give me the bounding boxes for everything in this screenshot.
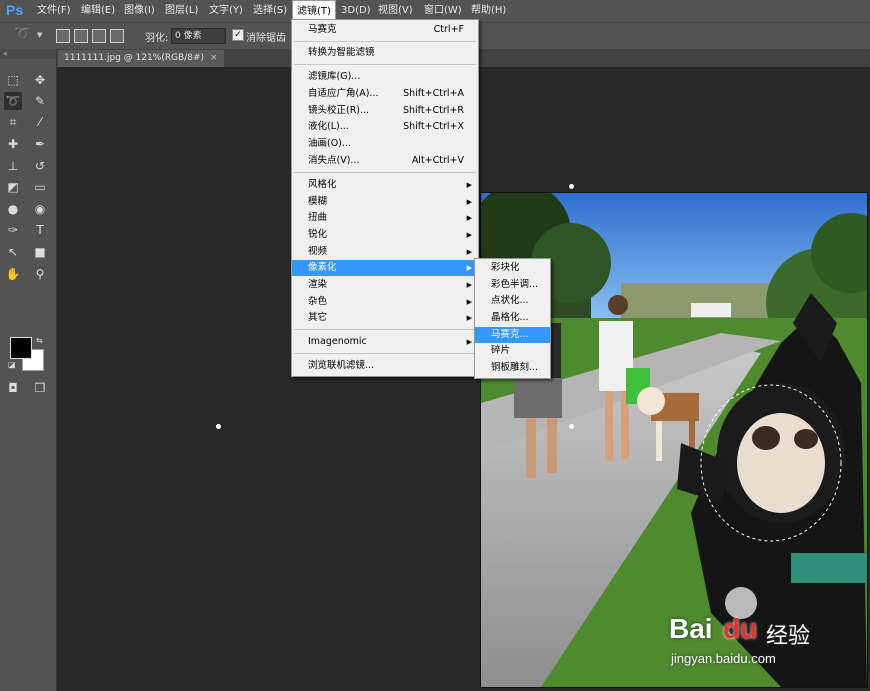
path-select-tool-icon[interactable]: ↖ [4,243,22,261]
close-tab-icon[interactable]: × [210,53,218,63]
menu-separator [294,64,476,65]
submenu-arrow-icon: ▶ [466,298,472,306]
quick-mask-icon[interactable]: ◘ [4,379,22,397]
menu-file[interactable]: 文件(F) [33,0,75,22]
hand-tool-icon[interactable]: ✋ [4,265,22,283]
submenu-item-facet[interactable]: 彩块化 [475,260,550,276]
eyedropper-tool-icon[interactable]: ⁄ [31,113,49,131]
antialias-label: 消除锯齿 [246,33,286,44]
menu-item-lens-correction[interactable]: 镜头校正(R)... Shift+Ctrl+R [292,103,478,119]
intersect-selection-icon[interactable] [110,29,124,43]
submenu-arrow-icon: ▶ [466,314,472,322]
menu-item-adaptive-wide-angle[interactable]: 自适应广角(A)... Shift+Ctrl+A [292,86,478,102]
menu-item-noise[interactable]: 杂色 ▶ [292,294,478,310]
submenu-arrow-icon: ▶ [466,214,472,222]
menu-item-video[interactable]: 视频 ▶ [292,244,478,260]
submenu-arrow-icon: ▶ [466,264,472,272]
eraser-tool-icon[interactable]: ◩ [4,178,22,196]
menu-item-sharpen[interactable]: 锐化 ▶ [292,227,478,243]
menu-item-distort[interactable]: 扭曲 ▶ [292,210,478,226]
submenu-arrow-icon: ▶ [466,181,472,189]
lasso-tool-icon[interactable]: ➰ [4,92,22,110]
menu-item-render[interactable]: 渲染 ▶ [292,277,478,293]
transform-handle[interactable] [569,184,574,189]
add-selection-icon[interactable] [74,29,88,43]
menu-item-last-filter[interactable]: 马赛克 Ctrl+F [292,22,478,38]
watermark-brand-suffix: du [723,613,758,644]
history-brush-tool-icon[interactable]: ↺ [31,157,49,175]
quick-select-tool-icon[interactable]: ✎ [31,92,49,110]
feather-input[interactable]: 0 像素 [171,28,226,44]
menu-item-browse-online-filters[interactable]: 浏览联机滤镜... [292,358,478,374]
collapse-panel-icon[interactable]: « [0,49,56,59]
healing-brush-tool-icon[interactable]: ✚ [4,135,22,153]
submenu-item-crystallize[interactable]: 晶格化... [475,310,550,326]
subtract-selection-icon[interactable] [92,29,106,43]
menu-separator [294,172,476,173]
transform-handle[interactable] [569,424,574,429]
photoshop-logo: Ps [6,2,24,18]
menu-image[interactable]: 图像(I) [120,0,159,22]
pen-tool-icon[interactable]: ✑ [4,221,22,239]
submenu-arrow-icon: ▶ [466,198,472,206]
submenu-arrow-icon: ▶ [466,231,472,239]
new-selection-icon[interactable] [56,29,70,43]
menu-item-imagenomic[interactable]: Imagenomic ▶ [292,334,478,350]
submenu-arrow-icon: ▶ [466,281,472,289]
document-title: 1111111.jpg @ 121%(RGB/8#) [64,53,205,63]
gradient-tool-icon[interactable]: ▭ [31,178,49,196]
menu-type[interactable]: 文字(Y) [205,0,247,22]
antialias-checkbox[interactable]: ✓ [232,29,244,41]
menu-item-oil-paint[interactable]: 油画(O)... [292,136,478,152]
foreground-color-swatch[interactable] [10,337,32,359]
menu-separator [294,329,476,330]
submenu-item-color-halftone[interactable]: 彩色半调... [475,277,550,293]
crop-tool-icon[interactable]: ⌗ [4,113,22,131]
menu-item-filter-gallery[interactable]: 滤镜库(G)... [292,69,478,85]
tools-panel: « ⬚ ✥ ➰ ✎ ⌗ ⁄ ✚ ✒ ⊥ ↺ ◩ ▭ ● ◉ ✑ T ↖ ■ ✋ … [0,49,57,691]
transform-handle[interactable] [216,424,221,429]
menu-edit[interactable]: 编辑(E) [77,0,119,22]
filter-menu: 马赛克 Ctrl+F 转换为智能滤镜 滤镜库(G)... 自适应广角(A)... S… [291,19,479,377]
watermark-brand-cn: 经验 [766,623,811,648]
pixelate-submenu: 彩块化 彩色半调... 点状化... 晶格化... 马赛克... 碎片 铜板雕刻… [474,258,551,379]
move-tool-icon[interactable]: ✥ [31,71,49,89]
menu-layer[interactable]: 图层(L) [161,0,202,22]
clone-stamp-tool-icon[interactable]: ⊥ [4,157,22,175]
submenu-item-fragment[interactable]: 碎片 [475,343,550,359]
submenu-item-pointillize[interactable]: 点状化... [475,293,550,309]
menu-item-stylize[interactable]: 风格化 ▶ [292,177,478,193]
document-tab[interactable]: 1111111.jpg @ 121%(RGB/8#) × [58,50,224,67]
lasso-preset-icon[interactable]: ➰ [14,26,31,42]
shape-tool-icon[interactable]: ■ [31,243,49,261]
default-colors-icon[interactable]: ◪ [8,360,16,369]
watermark-brand: Bai [669,613,713,644]
menu-item-convert-smart-filter[interactable]: 转换为智能滤镜 [292,45,478,61]
menu-item-vanishing-point[interactable]: 消失点(V)... Alt+Ctrl+V [292,153,478,169]
menu-item-blur[interactable]: 模糊 ▶ [292,194,478,210]
menu-separator [294,41,476,42]
menu-select[interactable]: 选择(S) [249,0,291,22]
submenu-item-mosaic[interactable]: 马赛克... [475,327,550,343]
swap-colors-icon[interactable]: ⇆ [36,336,43,345]
menu-item-liquify[interactable]: 液化(L)... Shift+Ctrl+X [292,119,478,135]
dodge-tool-icon[interactable]: ◉ [31,200,49,218]
menu-item-pixelate[interactable]: 像素化 ▶ [292,260,478,276]
type-tool-icon[interactable]: T [31,221,49,239]
blur-tool-icon[interactable]: ● [4,200,22,218]
preset-dropdown-icon[interactable]: ▼ [37,31,42,39]
menu-separator [294,353,476,354]
screen-mode-icon[interactable]: ❐ [31,379,49,397]
submenu-arrow-icon: ▶ [466,248,472,256]
feather-label: 羽化: [145,33,169,44]
menu-item-other[interactable]: 其它 ▶ [292,310,478,326]
brush-tool-icon[interactable]: ✒ [31,135,49,153]
zoom-tool-icon[interactable]: ⚲ [31,265,49,283]
submenu-arrow-icon: ▶ [466,338,472,346]
submenu-item-mezzotint[interactable]: 铜板雕刻... [475,360,550,376]
watermark-url: jingyan.baidu.com [671,651,776,666]
marquee-tool-icon[interactable]: ⬚ [4,71,22,89]
